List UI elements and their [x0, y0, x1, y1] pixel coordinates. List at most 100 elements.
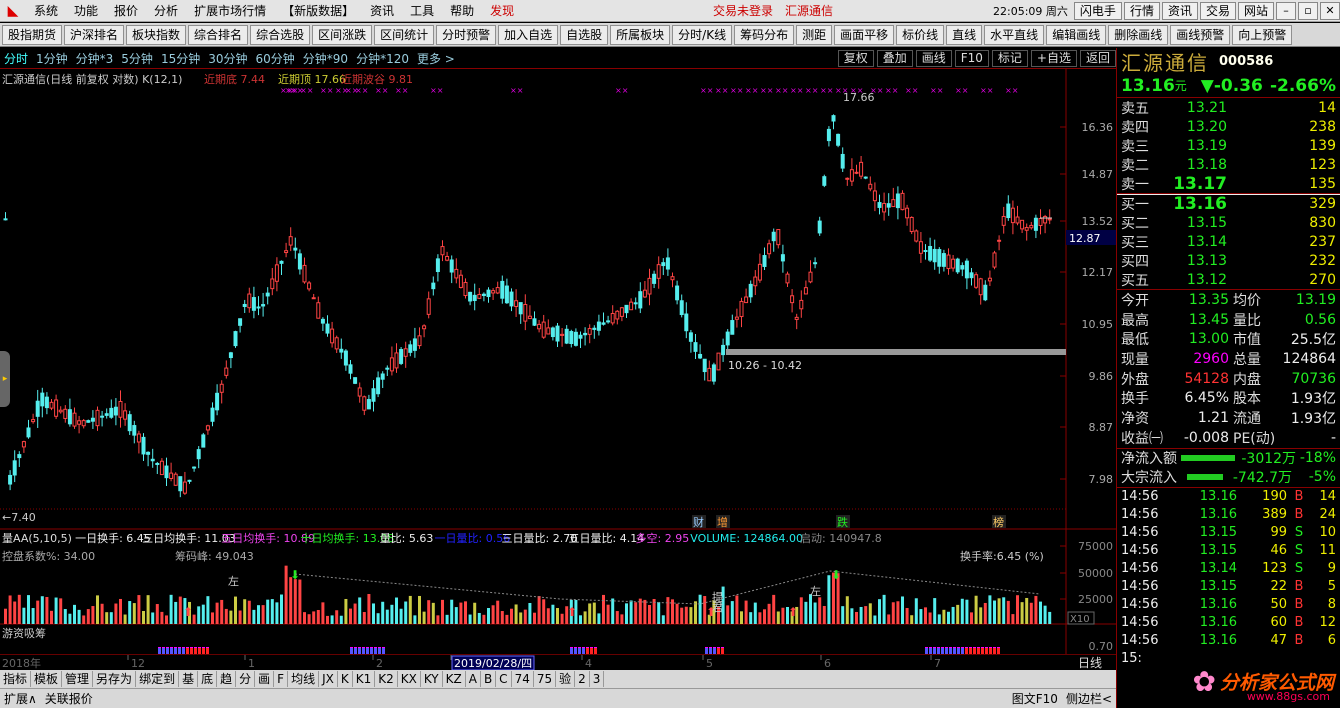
toolbar-button[interactable]: 画线预警	[1170, 24, 1231, 45]
restore-icon[interactable]: ▫	[1298, 1, 1318, 20]
indicator-tab[interactable]: KZ	[443, 671, 466, 687]
range-bar	[726, 349, 1066, 355]
toolbar-button[interactable]: 自选股	[560, 24, 609, 45]
indicator-tab[interactable]: 指标	[0, 671, 32, 687]
menu-right-button[interactable]: 资讯	[1161, 1, 1198, 20]
period-right-button[interactable]: F10	[954, 49, 989, 67]
menu-item[interactable]: 资讯	[362, 0, 402, 22]
sidebar-toggle[interactable]: 侧边栏<	[1062, 690, 1116, 707]
indicator-tab[interactable]: 75	[534, 671, 557, 687]
period-right-button[interactable]: 画线	[915, 49, 952, 67]
period-tab[interactable]: 更多 >	[413, 50, 459, 67]
toolbar-button[interactable]: 直线	[946, 24, 983, 45]
volume-bar	[454, 607, 458, 624]
chart-area[interactable]: 16.36 14.87 13.52 12.17 10.95 9.86 8.87 7.98 汇源通…	[0, 68, 1116, 655]
toolbar-button[interactable]: 测距	[796, 24, 833, 45]
toolbar-button[interactable]: 区间涨跌	[312, 24, 373, 45]
indicator-tab[interactable]: 另存为	[93, 671, 137, 687]
indicator-tab[interactable]: F	[274, 671, 289, 687]
period-right-button[interactable]: 返回	[1079, 49, 1116, 67]
indicator-tab[interactable]: 分	[236, 671, 256, 687]
toolbar-button[interactable]: 画面平移	[834, 24, 895, 45]
menu-item[interactable]: 发现	[482, 0, 522, 22]
login-status[interactable]: 交易未登录	[707, 2, 779, 19]
toolbar-button[interactable]: 板块指数	[126, 24, 187, 45]
period-right-button[interactable]: 标记	[991, 49, 1028, 67]
indicator-tab[interactable]: KY	[421, 671, 443, 687]
menu-item[interactable]: 【新版数据】	[274, 0, 362, 22]
indicator-tab[interactable]: K	[338, 671, 353, 687]
toolbar-button[interactable]: 所属板块	[610, 24, 671, 45]
close-icon[interactable]: ✕	[1320, 1, 1340, 20]
indicator-tab[interactable]: 管理	[62, 671, 94, 687]
candle-body	[1010, 207, 1015, 224]
menu-item[interactable]: 分析	[146, 0, 186, 22]
indicator-tab[interactable]: A	[466, 671, 481, 687]
menu-right-button[interactable]: 闪电手	[1073, 1, 1122, 20]
toolbar-button[interactable]: 加入自选	[498, 24, 559, 45]
period-tab[interactable]: 15分钟	[157, 50, 204, 67]
menu-item[interactable]: 工具	[402, 0, 442, 22]
menu-item[interactable]: 报价	[106, 0, 146, 22]
indicator-tab[interactable]: 74	[512, 671, 534, 687]
menu-item[interactable]: 功能	[66, 0, 106, 22]
indicator-tab[interactable]: JX	[319, 671, 338, 687]
indicator-tab[interactable]: 底	[198, 671, 218, 687]
kline-chart[interactable]: 16.36 14.87 13.52 12.17 10.95 9.86 8.87 7.98 汇源通…	[0, 69, 1116, 655]
toolbar-button[interactable]: 向上预警	[1232, 24, 1293, 45]
period-right-button[interactable]: +自选	[1030, 49, 1077, 67]
toolbar-button[interactable]: 分时/K线	[672, 24, 733, 45]
period-tab[interactable]: 5分钟	[117, 50, 157, 67]
indicator-tab[interactable]: 画	[255, 671, 275, 687]
volume-indicator-value: 量AA(5,10,5)	[2, 532, 72, 545]
indicator-tab[interactable]: 模板	[31, 671, 63, 687]
toolbar-button[interactable]: 综合选股	[250, 24, 311, 45]
toolbar-button[interactable]: 沪深排名	[64, 24, 125, 45]
toolbar-button[interactable]: 股指期货	[2, 24, 63, 45]
period-tab[interactable]: 分钟*120	[352, 50, 413, 67]
expand-button[interactable]: 扩展∧	[0, 690, 41, 707]
indicator-tab[interactable]: 趋	[217, 671, 237, 687]
menu-item[interactable]: 系统	[26, 0, 66, 22]
indicator-tab[interactable]: 2	[575, 671, 590, 687]
minimize-icon[interactable]: –	[1276, 1, 1296, 20]
candle-body	[394, 352, 399, 369]
indicator-tab[interactable]: 基	[179, 671, 199, 687]
period-tab[interactable]: 1分钟	[32, 50, 72, 67]
period-tab[interactable]: 分钟*90	[299, 50, 352, 67]
toolbar-button[interactable]: 编辑画线	[1046, 24, 1107, 45]
indicator-tab[interactable]: 绑定到	[136, 671, 180, 687]
indicator-tab[interactable]: K1	[353, 671, 376, 687]
f10-button[interactable]: 图文F10	[1008, 690, 1062, 707]
indicator-tab[interactable]: K2	[375, 671, 398, 687]
toolbar-button[interactable]: 水平直线	[984, 24, 1045, 45]
indicator-tab[interactable]: C	[496, 671, 512, 687]
menu-item[interactable]: 帮助	[442, 0, 482, 22]
period-tab[interactable]: 分钟*3	[72, 50, 118, 67]
period-tab[interactable]: 分时	[0, 50, 32, 67]
indicator-tab[interactable]: 3	[590, 671, 605, 687]
period-tab[interactable]: 60分钟	[252, 50, 299, 67]
related-quote-button[interactable]: 关联报价	[41, 690, 97, 707]
menu-right-button[interactable]: 行情	[1123, 1, 1160, 20]
menu-right-button[interactable]: 交易	[1199, 1, 1236, 20]
volume-bar	[859, 606, 863, 624]
period-right-button[interactable]: 叠加	[876, 49, 913, 67]
side-collapse-handle[interactable]: ▸	[0, 351, 10, 407]
menu-item[interactable]: 扩展市场行情	[186, 0, 274, 22]
period-right-button[interactable]: 复权	[837, 49, 874, 67]
indicator-tab[interactable]: B	[481, 671, 497, 687]
toolbar-button[interactable]: 分时预警	[436, 24, 497, 45]
period-tab[interactable]: 30分钟	[204, 50, 251, 67]
toolbar-button[interactable]: 区间统计	[374, 24, 435, 45]
indicator-tab[interactable]: 验	[556, 671, 576, 687]
tick-list[interactable]: 14:56 13.16 190 B 14 14:56 13.16 389 B 24 14:56 13.…	[1117, 488, 1340, 668]
volume-bar	[390, 604, 394, 624]
menu-right-button[interactable]: 网站	[1237, 1, 1274, 20]
indicator-tab[interactable]: KX	[398, 671, 421, 687]
toolbar-button[interactable]: 综合排名	[188, 24, 249, 45]
toolbar-button[interactable]: 筹码分布	[734, 24, 795, 45]
toolbar-button[interactable]: 删除画线	[1108, 24, 1169, 45]
toolbar-button[interactable]: 标价线	[896, 24, 945, 45]
indicator-tab[interactable]: 均线	[288, 671, 320, 687]
